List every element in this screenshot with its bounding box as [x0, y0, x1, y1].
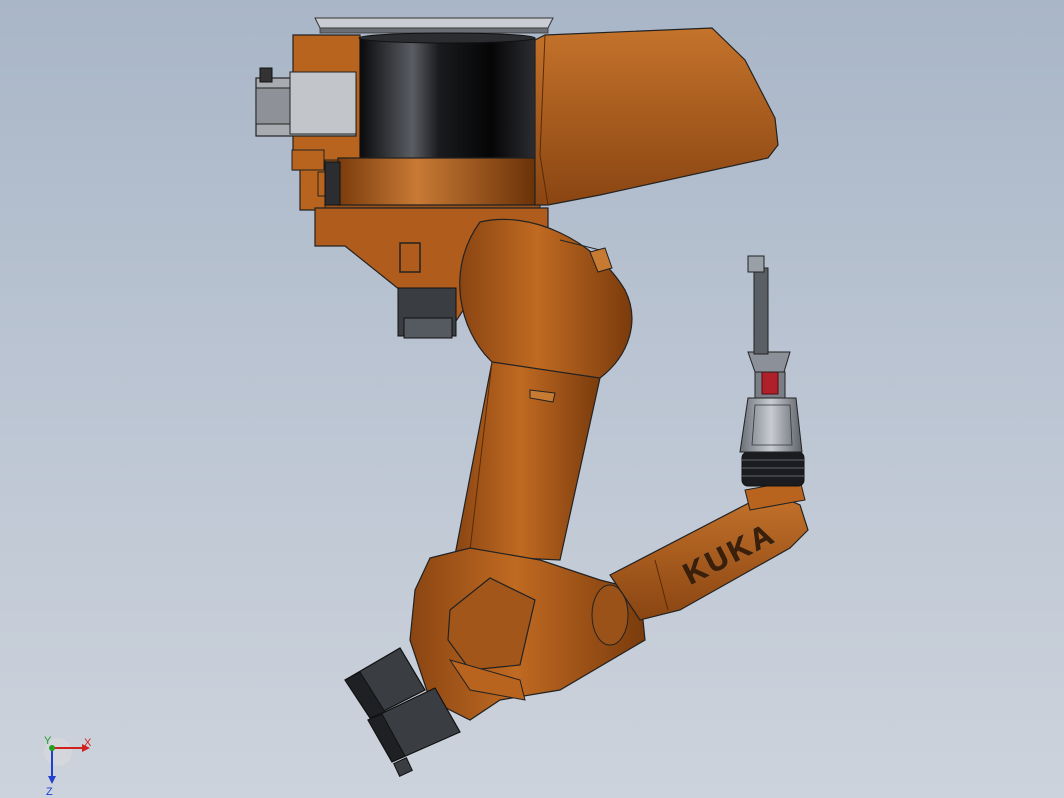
- wrist-flange: [741, 451, 805, 487]
- base-drum: [358, 32, 536, 159]
- axis-y-label: Y: [44, 735, 52, 747]
- axis-triad: X Y Z: [44, 735, 92, 798]
- robot-model-view[interactable]: KUKA X Y Z: [0, 0, 1064, 798]
- elbow-housing: [409, 547, 646, 721]
- carousel-cover: [534, 27, 779, 206]
- wrist-arm: KUKA: [609, 479, 809, 621]
- forearm-link: [454, 361, 601, 561]
- axis-z-label: Z: [46, 786, 53, 798]
- upper-arm: [459, 218, 633, 389]
- mounting-plate: [314, 17, 554, 34]
- axis-x-label: X: [84, 737, 92, 749]
- base-ring: [324, 157, 536, 206]
- end-effector-tool: [739, 255, 803, 453]
- cad-viewport[interactable]: KUKA X Y Z: [0, 0, 1064, 798]
